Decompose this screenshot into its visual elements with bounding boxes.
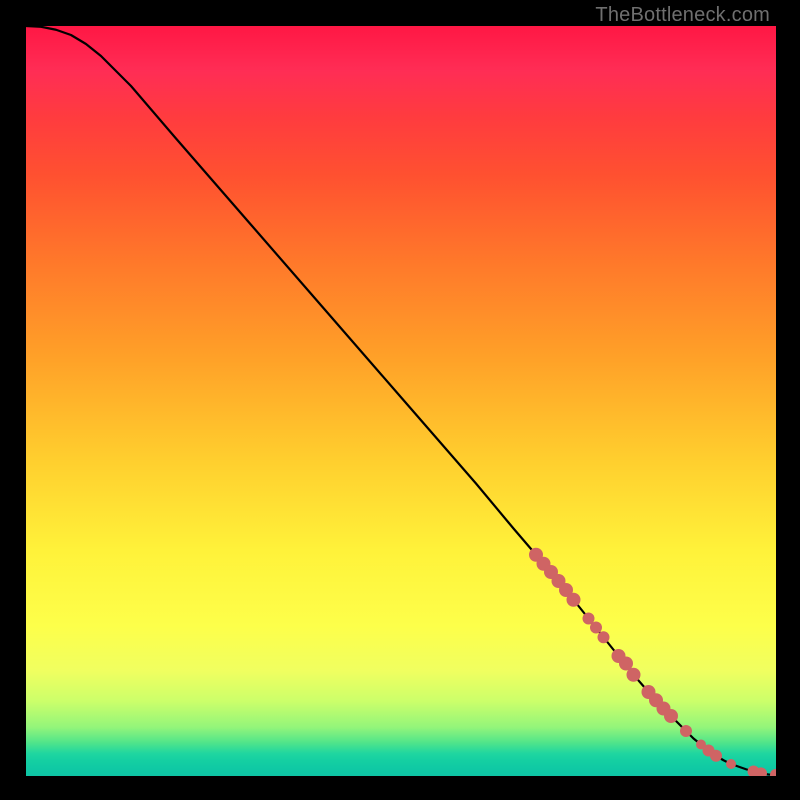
chart-svg bbox=[26, 26, 776, 776]
watermark-text: TheBottleneck.com bbox=[595, 4, 770, 27]
data-marker bbox=[710, 750, 722, 762]
data-marker bbox=[598, 631, 610, 643]
plot-area bbox=[26, 26, 776, 776]
data-marker bbox=[726, 759, 736, 769]
marker-layer bbox=[529, 548, 776, 776]
data-marker bbox=[627, 668, 641, 682]
bottleneck-curve-line bbox=[26, 26, 776, 775]
data-marker bbox=[664, 709, 678, 723]
data-marker bbox=[770, 769, 776, 776]
data-marker bbox=[567, 593, 581, 607]
chart-stage: TheBottleneck.com bbox=[0, 0, 800, 800]
data-marker bbox=[590, 622, 602, 634]
data-marker bbox=[680, 725, 692, 737]
